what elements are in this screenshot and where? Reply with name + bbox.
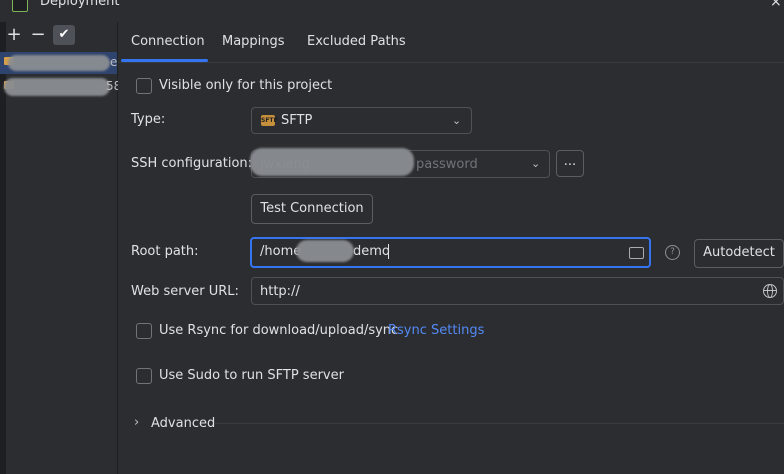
tab-connection[interactable]: Connection <box>131 34 205 49</box>
use-sudo-label: Use Sudo to run SFTP server <box>159 368 344 383</box>
ssh-config-value-end: password <box>416 157 478 172</box>
advanced-section-toggle[interactable]: Advanced <box>151 416 215 431</box>
tab-divider <box>118 62 784 63</box>
ssh-config-label: SSH configuration: <box>131 156 253 171</box>
tab-mappings[interactable]: Mappings <box>222 34 285 49</box>
use-rsync-checkbox[interactable] <box>136 323 152 339</box>
web-server-url-input[interactable]: http:// <box>251 277 784 305</box>
tab-excluded-paths[interactable]: Excluded Paths <box>307 34 406 49</box>
help-icon[interactable]: ? <box>665 245 680 260</box>
autodetect-button[interactable]: Autodetect <box>694 239 784 268</box>
text-cursor <box>388 244 389 259</box>
chevron-down-icon: ⌄ <box>452 114 462 127</box>
sftp-icon: SFTP <box>261 115 278 126</box>
web-server-url-value: http:// <box>260 284 300 299</box>
redacted-root-path <box>296 240 354 262</box>
globe-icon[interactable] <box>763 284 777 298</box>
use-rsync-label: Use Rsync for download/upload/sync <box>159 323 399 338</box>
chevron-down-icon: ⌄ <box>531 157 541 170</box>
set-default-button[interactable]: ✔ <box>53 25 75 45</box>
ssh-config-more-button[interactable]: ... <box>556 150 584 177</box>
type-value: SFTP <box>281 113 313 128</box>
window-title: Deployment <box>40 0 120 9</box>
app-icon <box>12 0 28 12</box>
visible-only-label: Visible only for this project <box>159 78 333 93</box>
server-name-suffix: e <box>110 55 118 69</box>
web-server-url-label: Web server URL: <box>131 284 239 299</box>
test-connection-button[interactable]: Test Connection <box>251 194 373 224</box>
type-select[interactable]: SFTP SFTP ⌄ <box>251 107 472 134</box>
rsync-settings-link[interactable]: Rsync Settings <box>388 323 484 338</box>
server-list-item-2[interactable]: 58 <box>0 76 121 98</box>
root-path-label: Root path: <box>131 244 199 259</box>
type-label: Type: <box>131 112 166 127</box>
folder-icon[interactable] <box>629 247 644 259</box>
use-sudo-checkbox[interactable] <box>136 368 152 384</box>
redacted-ssh-host <box>250 148 414 176</box>
server-list-item-1[interactable]: e <box>0 52 117 74</box>
redacted-server-name <box>8 55 110 71</box>
advanced-divider <box>214 423 784 424</box>
redacted-server-name <box>4 78 110 96</box>
remove-server-button[interactable]: − <box>28 26 48 46</box>
active-tab-indicator <box>121 59 208 62</box>
add-server-button[interactable]: + <box>4 26 24 46</box>
close-icon[interactable]: × <box>770 0 782 10</box>
chevron-right-icon[interactable]: › <box>134 415 139 430</box>
root-path-value-end: demo <box>353 244 390 259</box>
visible-only-checkbox[interactable] <box>136 78 152 94</box>
